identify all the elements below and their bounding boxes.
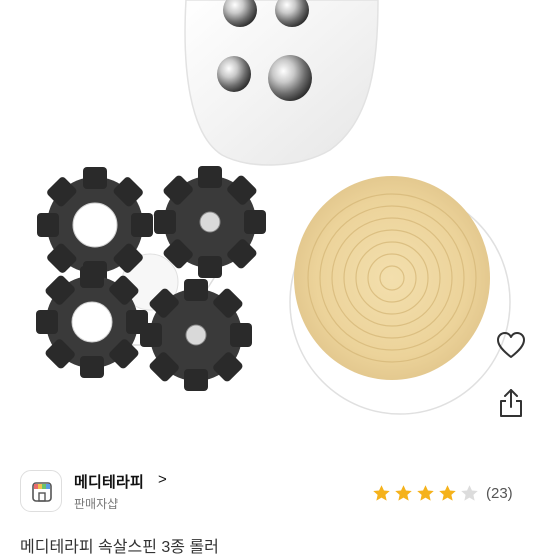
star-filled-icon — [439, 484, 456, 501]
like-button[interactable] — [491, 325, 531, 365]
rating-stars — [372, 484, 482, 503]
brush-head — [289, 176, 511, 415]
seller-name-link[interactable]: 메디테라피 — [74, 471, 144, 492]
seller-subtitle: 판매자샵 — [74, 497, 119, 511]
share-icon — [500, 389, 522, 417]
product-title: 메디테라피 속살스핀 3종 롤러 — [20, 539, 219, 556]
chevron-right-icon[interactable]: > — [158, 471, 167, 488]
massage-ball-head — [184, 0, 379, 166]
heart-icon — [497, 332, 525, 358]
star-filled-icon — [395, 484, 412, 501]
product-image[interactable] — [0, 0, 554, 445]
store-logo[interactable] — [20, 470, 62, 512]
star-filled-icon — [417, 484, 434, 501]
rating[interactable]: (23) — [372, 482, 513, 504]
seller-row: 메디테라피 > 판매자샵 (23) — [0, 462, 554, 522]
cog-roller-head — [36, 166, 266, 391]
star-empty-icon — [461, 484, 478, 501]
store-icon — [32, 482, 52, 502]
product-illustration — [36, 0, 511, 415]
star-filled-icon — [373, 484, 390, 501]
share-button[interactable] — [491, 383, 531, 423]
review-count: (23) — [486, 484, 513, 502]
